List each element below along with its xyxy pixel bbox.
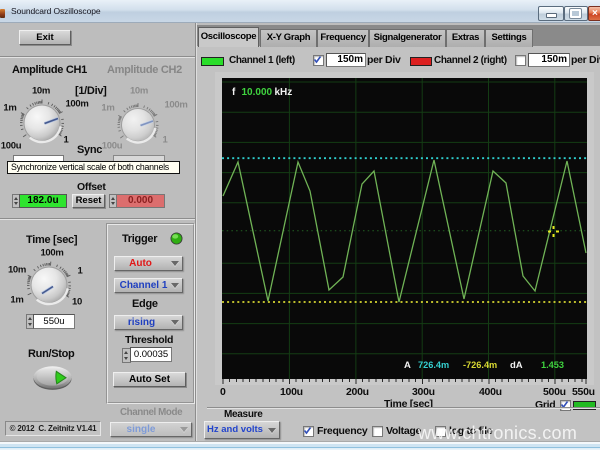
svg-text:1.453: 1.453 (541, 360, 564, 370)
svg-text:kHz: kHz (275, 87, 293, 98)
svg-text:dA: dA (510, 360, 523, 371)
svg-text:-726.4m: -726.4m (463, 360, 497, 370)
svg-text:726.4m: 726.4m (418, 360, 449, 370)
svg-text:A: A (404, 360, 411, 371)
svg-text:10.000: 10.000 (242, 87, 273, 98)
